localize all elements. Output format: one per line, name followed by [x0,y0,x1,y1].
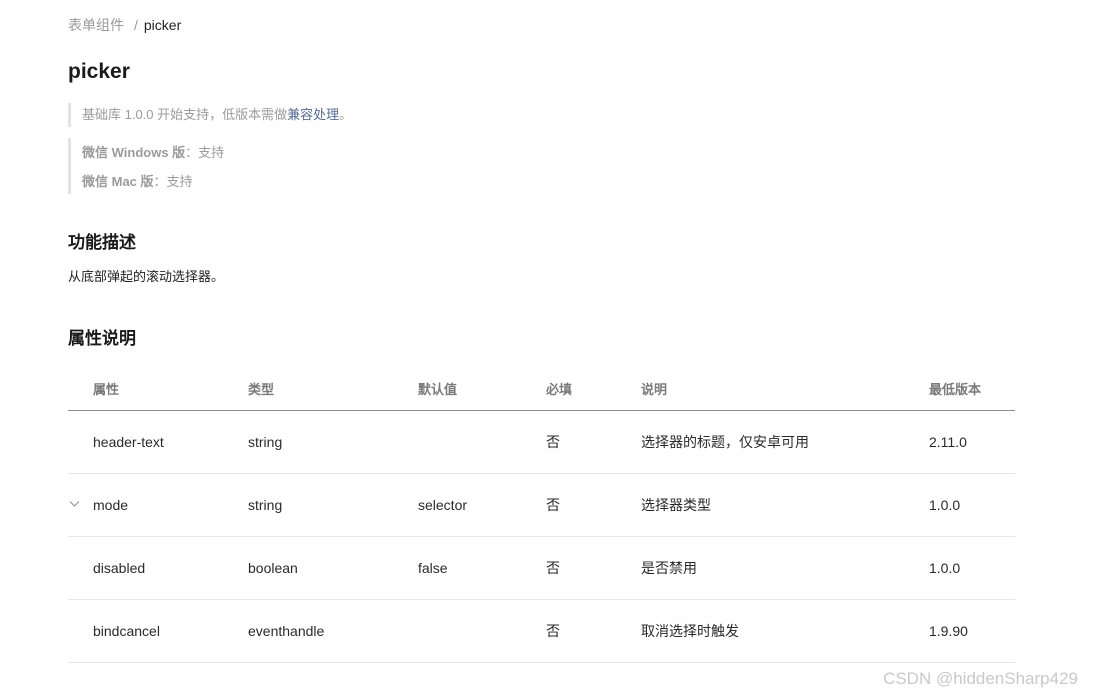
prop-name: mode [93,497,129,513]
prop-required: 否 [546,473,641,537]
prop-version: 1.0.0 [929,473,1015,537]
prop-default: selector [418,473,546,537]
breadcrumb-parent-link[interactable]: 表单组件 [68,17,124,33]
prop-type: string [248,410,418,474]
table-row: disabled boolean false 否 是否禁用 1.0.0 [68,536,1015,600]
prop-type: boolean [248,536,418,600]
chevron-down-icon[interactable] [68,497,81,510]
header-attr: 属性 [68,367,248,411]
support-notice-suffix: 。 [339,107,353,122]
prop-type: eventhandle [248,599,418,663]
platform-notice: 微信 Windows 版：支持 微信 Mac 版：支持 [68,138,224,194]
prop-type: string [248,473,418,537]
feature-description: 从底部弹起的滚动选择器。 [68,269,225,284]
table-row: bindcancel eventhandle 否 取消选择时触发 1.9.90 [68,599,1015,663]
mac-label: 微信 Mac 版 [82,174,154,189]
header-type: 类型 [248,367,418,411]
prop-required: 否 [546,410,641,474]
breadcrumb: 表单组件 / picker [68,16,181,34]
prop-desc: 选择器的标题，仅安卓可用 [641,410,929,474]
prop-name-cell: mode [68,473,248,537]
compat-link[interactable]: 兼容处理 [287,107,339,122]
prop-desc: 选择器类型 [641,473,929,537]
feature-section-title: 功能描述 [68,233,136,252]
header-required: 必填 [546,367,641,411]
csdn-watermark: CSDN @hiddenSharp429 [883,669,1078,688]
prop-required: 否 [546,599,641,663]
prop-default: false [418,536,546,600]
table-row: header-text string 否 选择器的标题，仅安卓可用 2.11.0 [68,410,1015,474]
windows-support-line: 微信 Windows 版：支持 [82,138,224,167]
header-version: 最低版本 [929,367,1015,411]
windows-label: 微信 Windows 版 [82,145,186,160]
prop-name: header-text [68,410,248,474]
table-header-row: 属性 类型 默认值 必填 说明 最低版本 [68,367,1015,411]
support-notice-text: 基础库 1.0.0 开始支持，低版本需做 [82,107,288,122]
page-title: picker [68,60,130,83]
prop-version: 2.11.0 [929,410,1015,474]
prop-desc: 取消选择时触发 [641,599,929,663]
prop-default [418,599,546,663]
prop-name: disabled [68,536,248,600]
support-notice: 基础库 1.0.0 开始支持，低版本需做兼容处理。 [68,103,352,127]
prop-version: 1.9.90 [929,599,1015,663]
prop-default [418,410,546,474]
table-row[interactable]: mode string selector 否 选择器类型 1.0.0 [68,473,1015,537]
windows-value: ：支持 [185,145,225,160]
prop-required: 否 [546,536,641,600]
prop-desc: 是否禁用 [641,536,929,600]
header-desc: 说明 [641,367,929,411]
breadcrumb-separator: / [134,17,138,33]
breadcrumb-current: picker [143,17,182,33]
header-default: 默认值 [418,367,546,411]
prop-name: bindcancel [68,599,248,663]
mac-support-line: 微信 Mac 版：支持 [82,167,224,196]
props-table: 属性 类型 默认值 必填 说明 最低版本 header-text string … [68,367,1015,663]
mac-value: ：支持 [153,174,193,189]
prop-version: 1.0.0 [929,536,1015,600]
props-section-title: 属性说明 [68,329,136,348]
